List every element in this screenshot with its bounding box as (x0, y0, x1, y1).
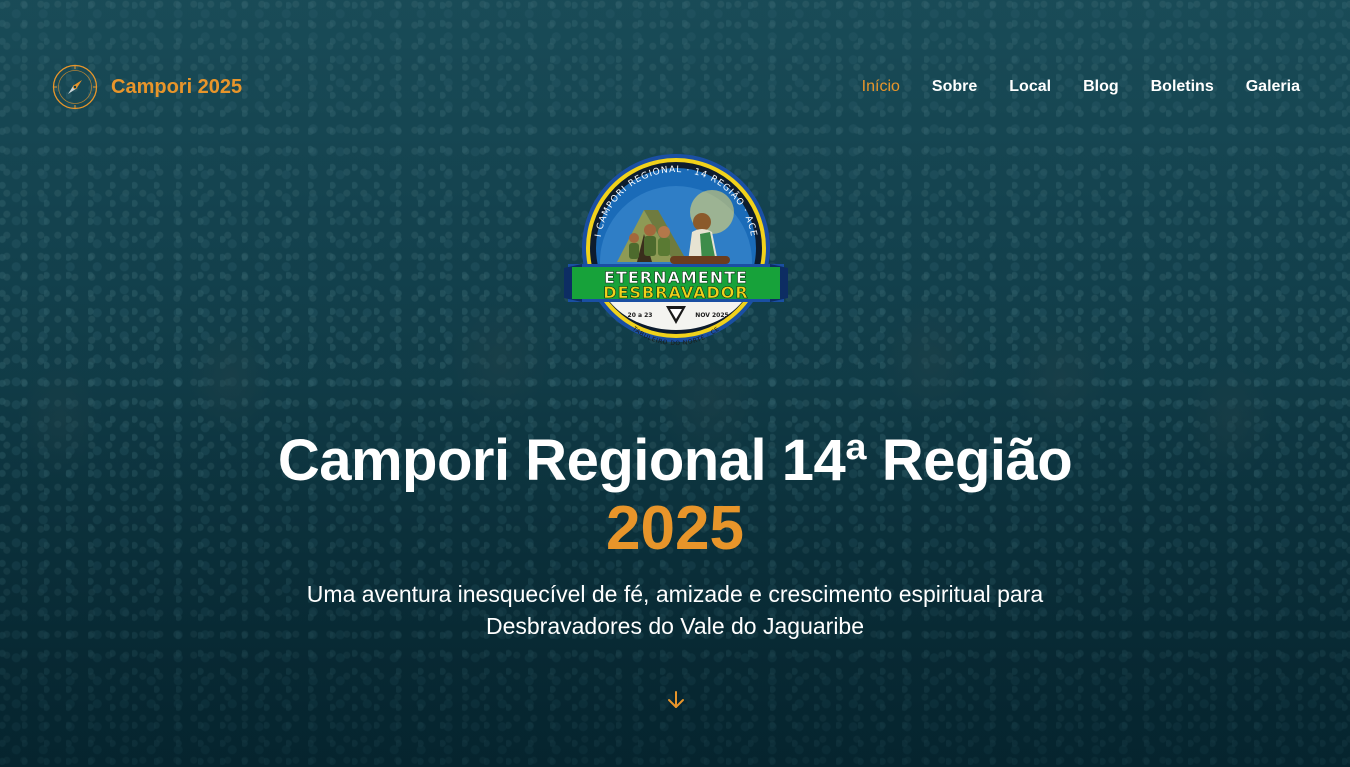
arrow-down-icon (668, 691, 684, 708)
nav-menu: Início Sobre Local Blog Boletins Galeria (862, 78, 1300, 96)
hero-title: Campori Regional 14ª Região (277, 428, 1073, 493)
hero-overlay (0, 0, 1350, 767)
event-emblem-logo: I CAMPORI REGIONAL · 14 REGIÃO · ACE ETE… (564, 154, 788, 347)
hero-subtitle: Uma aventura inesquecível de fé, amizade… (306, 581, 1044, 639)
compass-icon (52, 64, 98, 110)
nav-link-blog[interactable]: Blog (1083, 78, 1119, 96)
nav-link-sobre[interactable]: Sobre (932, 78, 977, 96)
scroll-down-button[interactable] (664, 688, 688, 712)
hero-section: Campori 2025 Início Sobre Local Blog Bol… (0, 0, 1350, 767)
brand-name: Campori 2025 (111, 75, 243, 98)
hero-year: 2025 (606, 494, 744, 563)
nav-link-inicio[interactable]: Início (862, 78, 900, 96)
nav-link-local[interactable]: Local (1009, 78, 1051, 96)
hero-content: Campori Regional 14ª Região 2025 Uma ave… (0, 428, 1350, 642)
brand-link[interactable]: Campori 2025 (52, 64, 242, 110)
emblem-date-left: 20 a 23 (628, 312, 653, 319)
emblem-banner-line2: DESBRAVADOR (603, 283, 748, 302)
nav-link-galeria[interactable]: Galeria (1246, 78, 1300, 96)
nav-link-boletins[interactable]: Boletins (1151, 78, 1214, 96)
emblem-date-right: NOV 2025 (695, 312, 728, 319)
navbar: Campori 2025 Início Sobre Local Blog Bol… (52, 62, 1300, 112)
